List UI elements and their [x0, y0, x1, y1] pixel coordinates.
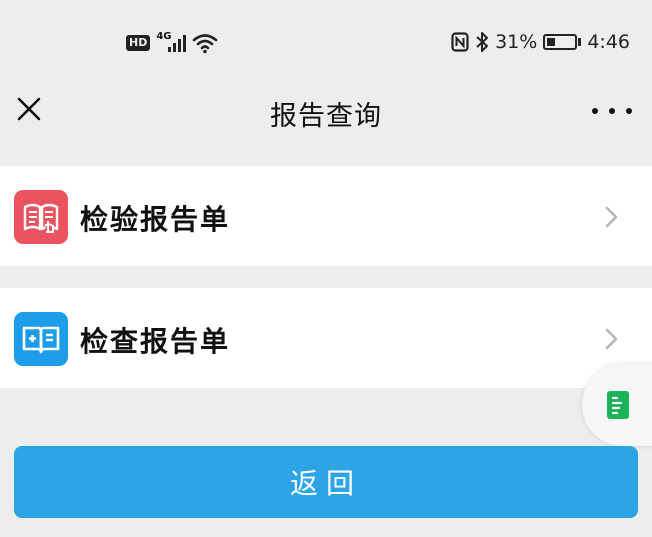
more-button[interactable] — [592, 96, 632, 126]
battery-tip — [578, 38, 582, 46]
chevron-right-icon — [605, 328, 618, 350]
clock-time: 4:46 — [587, 31, 630, 53]
battery-percent: 31% — [495, 31, 538, 53]
exam-report-item[interactable]: 检查报告单 — [0, 288, 652, 388]
exam-report-icon — [14, 312, 68, 366]
lab-report-icon — [14, 190, 68, 244]
nfc-icon — [451, 32, 469, 52]
nav-bar: 报告查询 — [0, 82, 652, 140]
status-right: 31% 4:46 — [451, 28, 630, 56]
wifi-icon — [193, 34, 218, 54]
chevron-right-icon — [605, 206, 618, 228]
back-button[interactable]: 返回 — [14, 446, 638, 518]
document-icon — [607, 391, 629, 419]
more-icon-dot — [626, 108, 632, 114]
floating-document-button[interactable] — [582, 364, 652, 446]
page-title: 报告查询 — [270, 101, 382, 132]
more-icon-dot — [592, 108, 598, 114]
signal-icon: 4G — [156, 32, 187, 54]
battery-icon — [543, 34, 578, 50]
lab-report-item[interactable]: 检验报告单 — [0, 166, 652, 266]
status-bar: HD 4G 31% 4:46 — [0, 0, 652, 82]
exam-report-label: 检查报告单 — [80, 325, 231, 358]
lab-report-label: 检验报告单 — [80, 203, 231, 236]
status-left: HD 4G — [126, 30, 218, 56]
hd-icon: HD — [126, 35, 151, 51]
more-icon-dot — [609, 108, 615, 114]
bluetooth-icon — [476, 32, 489, 52]
